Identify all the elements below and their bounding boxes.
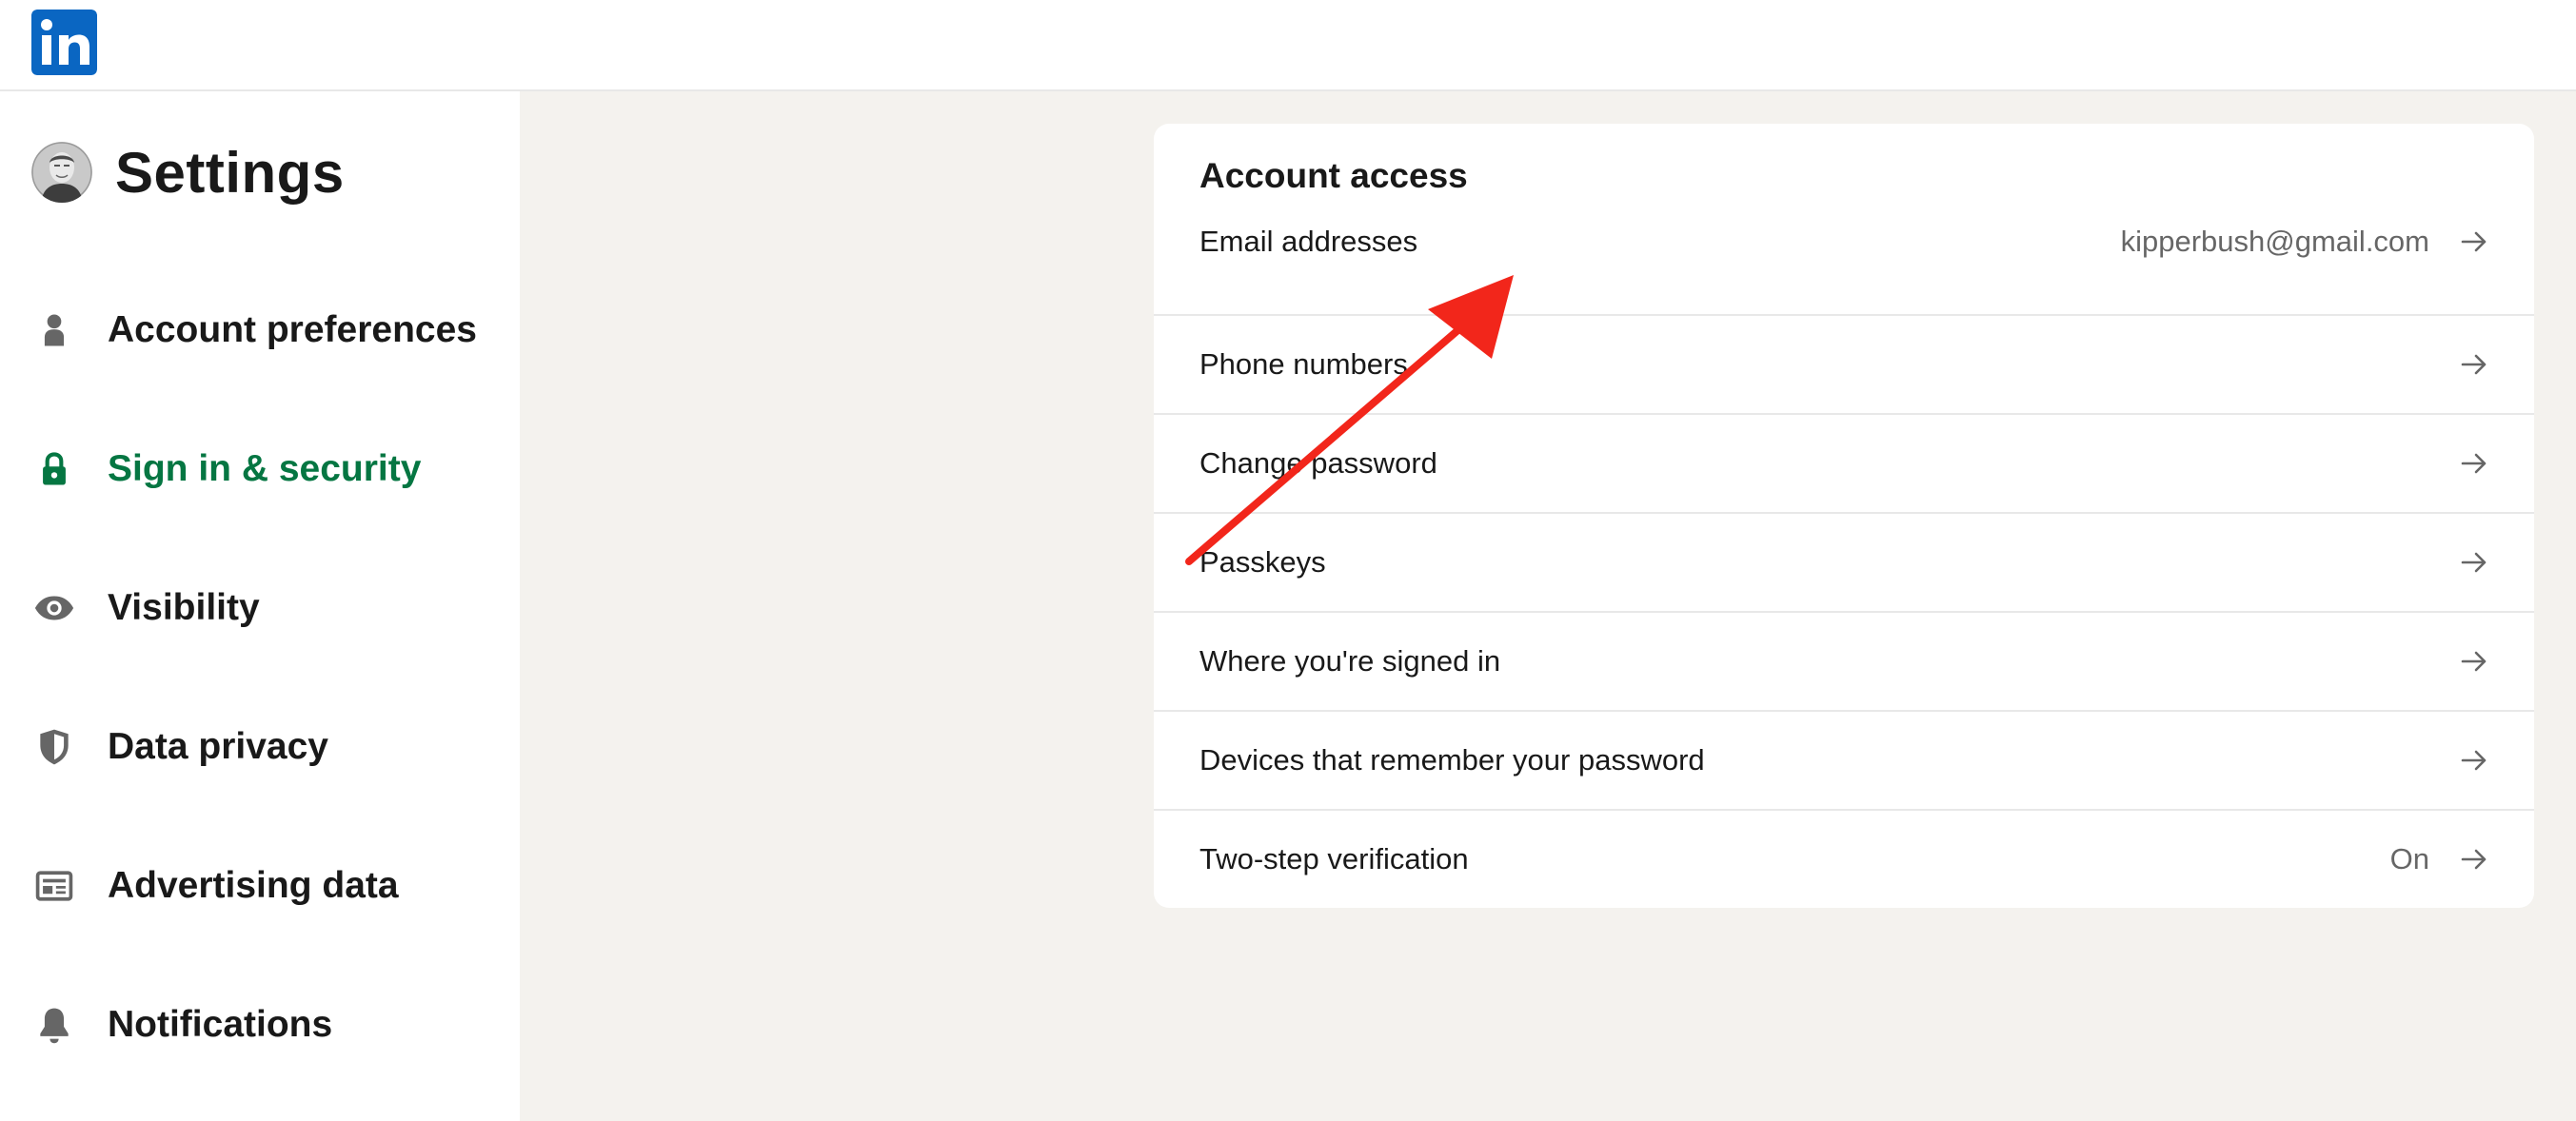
sidebar-item-label: Notifications bbox=[108, 1004, 333, 1045]
lock-icon bbox=[31, 446, 77, 492]
row-label: Passkeys bbox=[1199, 545, 1326, 579]
arrow-right-icon bbox=[2458, 546, 2490, 579]
row-change-password[interactable]: Change password bbox=[1154, 413, 2534, 512]
arrow-right-icon bbox=[2458, 843, 2490, 875]
section-title: Account access bbox=[1199, 156, 1468, 195]
status-value: On bbox=[2389, 842, 2429, 875]
sidebar-item-label: Account preferences bbox=[108, 309, 477, 350]
sidebar-item-label: Data privacy bbox=[108, 726, 328, 767]
top-nav-bar bbox=[0, 0, 2576, 91]
sidebar-item-account-preferences[interactable]: Account preferences bbox=[31, 297, 477, 364]
sidebar-item-sign-in-security[interactable]: Sign in & security bbox=[31, 436, 421, 502]
row-email-addresses[interactable]: Email addresses kipperbush@gmail.com bbox=[1154, 192, 2534, 291]
row-label: Phone numbers bbox=[1199, 347, 1408, 381]
newspaper-icon bbox=[31, 863, 77, 909]
arrow-right-icon bbox=[2458, 226, 2490, 258]
row-label: Two-step verification bbox=[1199, 842, 1469, 875]
page-title: Settings bbox=[115, 140, 345, 205]
eye-icon bbox=[31, 585, 77, 631]
profile-avatar[interactable] bbox=[31, 142, 92, 203]
row-label: Where you're signed in bbox=[1199, 644, 1501, 678]
sidebar-item-visibility[interactable]: Visibility bbox=[31, 575, 260, 641]
sidebar-item-label: Visibility bbox=[108, 587, 260, 628]
row-label: Change password bbox=[1199, 446, 1437, 480]
email-value: kipperbush@gmail.com bbox=[2120, 225, 2429, 258]
arrow-right-icon bbox=[2458, 348, 2490, 381]
arrow-right-icon bbox=[2458, 645, 2490, 678]
linkedin-logo-icon[interactable] bbox=[31, 10, 97, 75]
row-label: Email addresses bbox=[1199, 225, 1418, 258]
row-passkeys[interactable]: Passkeys bbox=[1154, 512, 2534, 611]
row-phone-numbers[interactable]: Phone numbers bbox=[1154, 314, 2534, 413]
arrow-right-icon bbox=[2458, 744, 2490, 777]
row-two-step-verification[interactable]: Two-step verification On bbox=[1154, 809, 2534, 908]
sidebar-item-data-privacy[interactable]: Data privacy bbox=[31, 714, 328, 780]
sidebar-item-advertising-data[interactable]: Advertising data bbox=[31, 853, 399, 919]
arrow-right-icon bbox=[2458, 447, 2490, 480]
row-label: Devices that remember your password bbox=[1199, 743, 1705, 777]
row-where-signed-in[interactable]: Where you're signed in bbox=[1154, 611, 2534, 710]
bell-icon bbox=[31, 1002, 77, 1048]
shield-icon bbox=[31, 724, 77, 770]
account-access-card: Account access Email addresses kipperbus… bbox=[1154, 124, 2534, 908]
sidebar-item-notifications[interactable]: Notifications bbox=[31, 992, 332, 1058]
row-devices-remember-password[interactable]: Devices that remember your password bbox=[1154, 710, 2534, 809]
settings-sidebar: Settings Account preferences Sign in & s… bbox=[0, 91, 520, 1121]
sidebar-item-label: Sign in & security bbox=[108, 448, 422, 489]
settings-header: Settings bbox=[31, 140, 345, 205]
person-icon bbox=[31, 307, 77, 353]
sidebar-item-label: Advertising data bbox=[108, 865, 399, 906]
